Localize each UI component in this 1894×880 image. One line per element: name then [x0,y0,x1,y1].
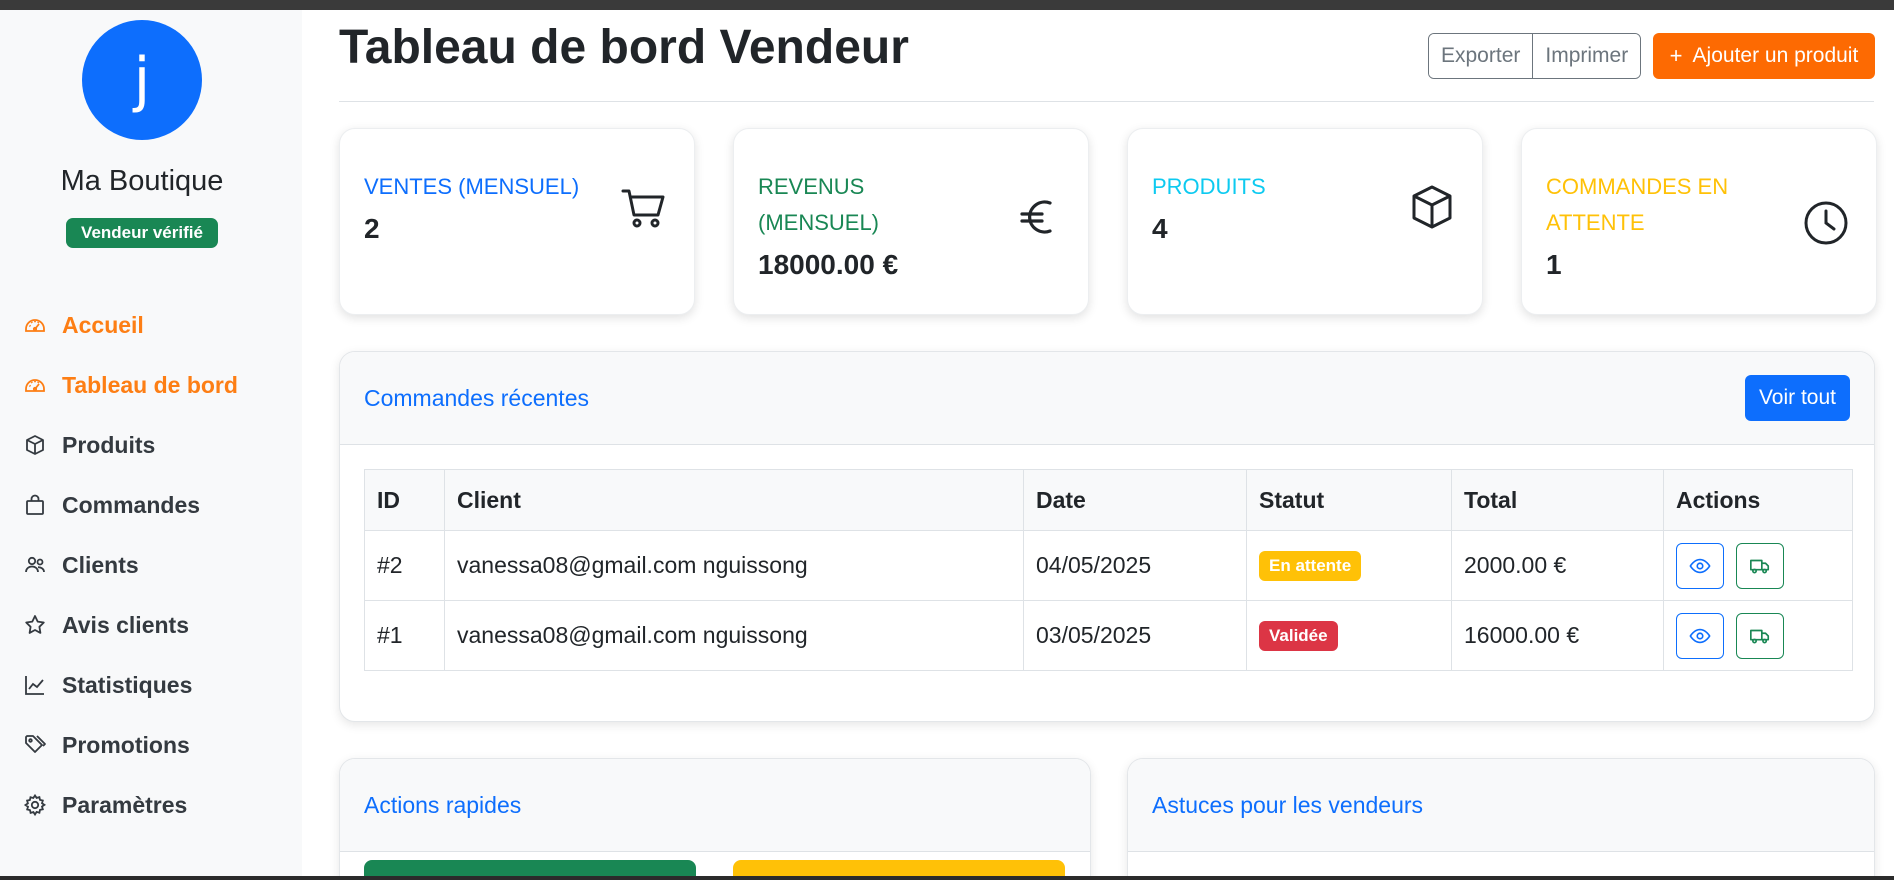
recent-orders-card: Commandes récentes Voir tout ID Client D… [339,351,1875,722]
view-order-button[interactable] [1676,612,1724,659]
eye-icon [1689,558,1711,573]
speedometer-icon [22,372,48,398]
view-all-button[interactable]: Voir tout [1744,375,1850,421]
sidebar-item-label: Clients [62,551,139,578]
sidebar-item-parametres[interactable]: Paramètres [0,775,302,835]
orders-table: ID Client Date Statut Total Actions #2 v… [364,469,1853,671]
window-top-bar [0,0,1894,10]
stat-value: 4 [1152,213,1168,244]
stat-label: COMMANDES EN ATTENTE [1546,174,1729,235]
column-header: Total [1451,469,1664,531]
sidebar-item-tableau-de-bord[interactable]: Tableau de bord [0,355,302,415]
column-header: Date [1023,469,1247,531]
column-header: Client [444,469,1024,531]
add-product-label: Ajouter un produit [1692,44,1859,67]
window-bottom-bar [0,876,1894,880]
sidebar-item-promotions[interactable]: Promotions [0,715,302,775]
order-total: 16000.00 € [1451,600,1664,671]
order-client: vanessa08@gmail.com nguissong [444,530,1024,601]
plus-icon: + [1669,43,1683,68]
order-actions [1663,600,1853,671]
page-title: Tableau de bord Vendeur [339,21,909,74]
status-badge: En attente [1259,551,1362,581]
sidebar-item-label: Statistiques [62,671,193,698]
sidebar-item-label: Produits [62,431,156,458]
recent-orders-title: Commandes récentes [364,384,589,411]
stat-value: 18000.00 € [758,249,899,280]
graph-icon [22,672,48,698]
order-actions [1663,530,1853,601]
stat-value: 1 [1546,249,1562,280]
box-icon [22,432,48,458]
stat-card-sales: VENTES (MENSUEL) 2 [339,128,695,315]
gear-icon [22,792,48,818]
sidebar-item-statistiques[interactable]: Statistiques [0,655,302,715]
tips-card: Astuces pour les vendeurs [1127,758,1875,880]
cart-icon [618,181,670,233]
column-header: Actions [1663,469,1853,531]
clock-icon [1800,197,1852,249]
box-icon [1406,181,1458,233]
sidebar-item-commandes[interactable]: Commandes [0,475,302,535]
speedometer-icon [22,312,48,338]
order-id: #2 [364,530,445,601]
sidebar-item-clients[interactable]: Clients [0,535,302,595]
header-divider [339,101,1874,102]
recent-orders-header: Commandes récentes Voir tout [340,352,1874,445]
add-product-button[interactable]: + Ajouter un produit [1653,33,1875,79]
print-button[interactable]: Imprimer [1532,34,1641,78]
sidebar-item-accueil[interactable]: Accueil [0,295,302,355]
truck-icon [1750,559,1770,574]
column-header: ID [364,469,445,531]
order-date: 03/05/2025 [1023,600,1247,671]
sidebar-item-label: Avis clients [62,611,189,638]
tips-header: Astuces pour les vendeurs [1128,759,1874,852]
people-icon [22,552,48,578]
sidebar-item-avis-clients[interactable]: Avis clients [0,595,302,655]
stat-label: PRODUITS [1152,174,1266,199]
eye-icon [1689,628,1711,643]
sidebar-nav: Accueil Tableau de bord Produits Command… [0,295,302,835]
stat-value: 2 [364,213,380,244]
quick-actions-title: Actions rapides [364,791,522,818]
shop-name: Ma Boutique [60,165,224,197]
sidebar: j Ma Boutique Vendeur vérifié Accueil Ta… [0,10,302,876]
stat-card-pending-orders: COMMANDES EN ATTENTE 1 [1521,128,1877,315]
sidebar-item-label: Commandes [62,491,201,518]
export-button[interactable]: Exporter [1429,34,1533,78]
tags-icon [22,732,48,758]
stat-label: REVENUS (MENSUEL) [758,174,880,235]
ship-order-button[interactable] [1736,542,1785,589]
sidebar-item-label: Accueil [62,311,144,338]
truck-icon [1750,629,1770,644]
stat-card-revenue: REVENUS (MENSUEL) 18000.00 € [733,128,1089,315]
table-header-row: ID Client Date Statut Total Actions [364,469,1853,531]
sidebar-item-label: Promotions [62,731,190,758]
order-date: 04/05/2025 [1023,530,1247,601]
sidebar-item-label: Tableau de bord [62,371,238,398]
export-print-group: Exporter Imprimer [1428,33,1642,79]
stat-card-products: PRODUITS 4 [1127,128,1483,315]
order-status: En attente [1246,530,1452,601]
star-icon [22,612,48,638]
view-order-button[interactable] [1676,542,1724,589]
table-row: #1 vanessa08@gmail.com nguissong 03/05/2… [364,600,1853,671]
ship-order-button[interactable] [1736,612,1785,659]
order-status: Validée [1246,600,1452,671]
tips-title: Astuces pour les vendeurs [1152,791,1424,818]
sidebar-item-produits[interactable]: Produits [0,415,302,475]
sidebar-item-label: Paramètres [62,791,188,818]
stat-label: VENTES (MENSUEL) [364,174,580,199]
status-badge: Validée [1259,621,1338,651]
avatar[interactable]: j [82,20,202,140]
bag-icon [22,492,48,518]
order-total: 2000.00 € [1451,530,1664,601]
quick-actions-header: Actions rapides [340,759,1090,852]
euro-icon [1012,191,1064,243]
order-client: vanessa08@gmail.com nguissong [444,600,1024,671]
column-header: Statut [1246,469,1452,531]
table-row: #2 vanessa08@gmail.com nguissong 04/05/2… [364,530,1853,601]
verified-badge: Vendeur vérifié [66,218,218,248]
order-id: #1 [364,600,445,671]
